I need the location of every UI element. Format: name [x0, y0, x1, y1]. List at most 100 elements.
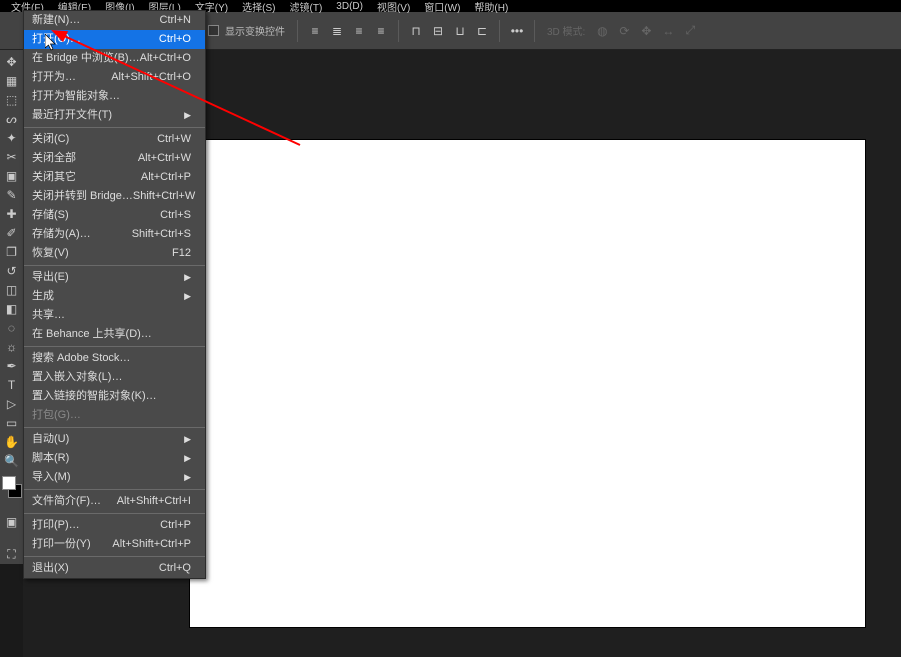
pan3d-icon[interactable]: ✥	[635, 20, 657, 42]
menu-item-label: 打开为…	[32, 70, 76, 85]
show-transform-checkbox[interactable]	[208, 25, 219, 36]
menu-窗口(W)[interactable]: 窗口(W)	[417, 0, 467, 14]
move-tool[interactable]: ✥	[1, 52, 22, 71]
align-right-icon[interactable]: ≡	[348, 20, 370, 42]
menu-item-label: 最近打开文件(T)	[32, 108, 112, 123]
hand-tool[interactable]: ✋	[1, 432, 22, 451]
distribute-bottom-icon[interactable]: ⊔	[449, 20, 471, 42]
distribute-vcenter-icon[interactable]: ⊟	[427, 20, 449, 42]
menu-item-存储(S)[interactable]: 存储(S)Ctrl+S	[24, 206, 205, 225]
history-brush-tool[interactable]: ↺	[1, 261, 22, 280]
menu-item-label: 打印(P)…	[32, 518, 80, 533]
menu-item-shortcut: Shift+Ctrl+S	[132, 227, 191, 242]
menu-separator	[24, 127, 205, 128]
menu-item-恢复(V)[interactable]: 恢复(V)F12	[24, 244, 205, 263]
menu-item-退出(X)[interactable]: 退出(X)Ctrl+Q	[24, 559, 205, 578]
menu-item-label: 新建(N)…	[32, 13, 80, 28]
distribute-left-icon[interactable]: ⊏	[471, 20, 493, 42]
menu-item-label: 存储(S)	[32, 208, 69, 223]
color-swatches[interactable]	[2, 476, 22, 498]
menu-item-label: 打印一份(Y)	[32, 537, 91, 552]
menu-item-导入(M)[interactable]: 导入(M)▶	[24, 468, 205, 487]
menu-item-置入嵌入对象(L)…[interactable]: 置入嵌入对象(L)…	[24, 368, 205, 387]
menu-item-置入链接的智能对象(K)…[interactable]: 置入链接的智能对象(K)…	[24, 387, 205, 406]
separator	[297, 20, 298, 42]
artboard-tool[interactable]: ▦	[1, 71, 22, 90]
menu-帮助(H)[interactable]: 帮助(H)	[467, 0, 515, 14]
menu-item-shortcut: Alt+Ctrl+P	[141, 170, 191, 185]
brush-tool[interactable]: ✐	[1, 223, 22, 242]
menu-item-打开(O)…[interactable]: 打开(O)…Ctrl+O	[24, 30, 205, 49]
roll3d-icon[interactable]: ⟳	[613, 20, 635, 42]
eyedropper-tool[interactable]: ✎	[1, 185, 22, 204]
menu-item-存储为(A)…[interactable]: 存储为(A)…Shift+Ctrl+S	[24, 225, 205, 244]
more-options-icon[interactable]: •••	[506, 20, 528, 42]
menu-item-搜索 Adobe Stock…[interactable]: 搜索 Adobe Stock…	[24, 349, 205, 368]
menu-separator	[24, 265, 205, 266]
menu-item-在 Bridge 中浏览(B)…[interactable]: 在 Bridge 中浏览(B)…Alt+Ctrl+O	[24, 49, 205, 68]
clone-tool[interactable]: ❐	[1, 242, 22, 261]
menu-3D(D)[interactable]: 3D(D)	[329, 1, 370, 12]
menu-item-label: 导出(E)	[32, 270, 69, 285]
orbit3d-icon[interactable]: ◍	[591, 20, 613, 42]
type-tool[interactable]: T	[1, 375, 22, 394]
gradient-tool[interactable]: ◧	[1, 299, 22, 318]
menu-item-打印一份(Y)[interactable]: 打印一份(Y)Alt+Shift+Ctrl+P	[24, 535, 205, 554]
rectangle-tool[interactable]: ▭	[1, 413, 22, 432]
marquee-tool[interactable]: ⬚	[1, 90, 22, 109]
menu-item-label: 在 Behance 上共享(D)…	[32, 327, 152, 342]
menu-item-在 Behance 上共享(D)…[interactable]: 在 Behance 上共享(D)…	[24, 325, 205, 344]
menu-separator	[24, 346, 205, 347]
menu-item-shortcut: Ctrl+Q	[159, 561, 191, 576]
menu-视图(V)[interactable]: 视图(V)	[370, 0, 417, 14]
menu-item-共享…[interactable]: 共享…	[24, 306, 205, 325]
menu-item-最近打开文件(T)[interactable]: 最近打开文件(T)▶	[24, 106, 205, 125]
foreground-color[interactable]	[2, 476, 16, 490]
align-left-icon[interactable]: ≡	[304, 20, 326, 42]
align-top-icon[interactable]: ≡	[370, 20, 392, 42]
quick-mask-icon[interactable]: ▣	[1, 512, 22, 531]
align-center-h-icon[interactable]: ≣	[326, 20, 348, 42]
menu-item-关闭(C)[interactable]: 关闭(C)Ctrl+W	[24, 130, 205, 149]
menu-item-label: 关闭全部	[32, 151, 76, 166]
eraser-tool[interactable]: ◫	[1, 280, 22, 299]
menu-separator	[24, 556, 205, 557]
distribute-top-icon[interactable]: ⊓	[405, 20, 427, 42]
menu-item-关闭全部[interactable]: 关闭全部Alt+Ctrl+W	[24, 149, 205, 168]
crop-tool[interactable]: ✂	[1, 147, 22, 166]
scale3d-icon[interactable]: ⤢	[679, 20, 701, 42]
menu-item-打开为…[interactable]: 打开为…Alt+Shift+Ctrl+O	[24, 68, 205, 87]
path-select-tool[interactable]: ▷	[1, 394, 22, 413]
pen-tool[interactable]: ✒	[1, 356, 22, 375]
menu-item-脚本(R)[interactable]: 脚本(R)▶	[24, 449, 205, 468]
menu-item-shortcut: Shift+Ctrl+W	[133, 189, 195, 204]
menu-separator	[24, 427, 205, 428]
menu-选择(S)[interactable]: 选择(S)	[235, 0, 282, 14]
quick-select-tool[interactable]: ✦	[1, 128, 22, 147]
menu-item-生成[interactable]: 生成▶	[24, 287, 205, 306]
canvas[interactable]	[190, 140, 865, 627]
show-transform-label: 显示变换控件	[219, 23, 291, 38]
menu-item-新建(N)…[interactable]: 新建(N)…Ctrl+N	[24, 11, 205, 30]
menu-item-关闭其它[interactable]: 关闭其它Alt+Ctrl+P	[24, 168, 205, 187]
menu-item-自动(U)[interactable]: 自动(U)▶	[24, 430, 205, 449]
zoom-tool[interactable]: 🔍	[1, 451, 22, 470]
dodge-tool[interactable]: ☼	[1, 337, 22, 356]
menu-item-打开为智能对象…[interactable]: 打开为智能对象…	[24, 87, 205, 106]
menu-item-关闭并转到 Bridge…[interactable]: 关闭并转到 Bridge…Shift+Ctrl+W	[24, 187, 205, 206]
lasso-tool[interactable]: ᔕ	[1, 109, 22, 128]
menu-item-label: 打开为智能对象…	[32, 89, 120, 104]
menu-item-label: 搜索 Adobe Stock…	[32, 351, 130, 366]
menu-item-导出(E)[interactable]: 导出(E) ▶	[24, 268, 205, 287]
frame-tool[interactable]: ▣	[1, 166, 22, 185]
submenu-arrow-icon: ▶	[184, 270, 191, 285]
menu-滤镜(T)[interactable]: 滤镜(T)	[283, 0, 330, 14]
menu-item-shortcut: F12	[172, 246, 191, 261]
menu-item-文件简介(F)…[interactable]: 文件简介(F)…Alt+Shift+Ctrl+I	[24, 492, 205, 511]
menu-item-打印(P)…[interactable]: 打印(P)…Ctrl+P	[24, 516, 205, 535]
healing-tool[interactable]: ✚	[1, 204, 22, 223]
menu-item-label: 在 Bridge 中浏览(B)…	[32, 51, 140, 66]
screen-mode-icon[interactable]: ⛶	[1, 545, 22, 564]
slide3d-icon[interactable]: ↔	[657, 20, 679, 42]
blur-tool[interactable]: ◌	[1, 318, 22, 337]
